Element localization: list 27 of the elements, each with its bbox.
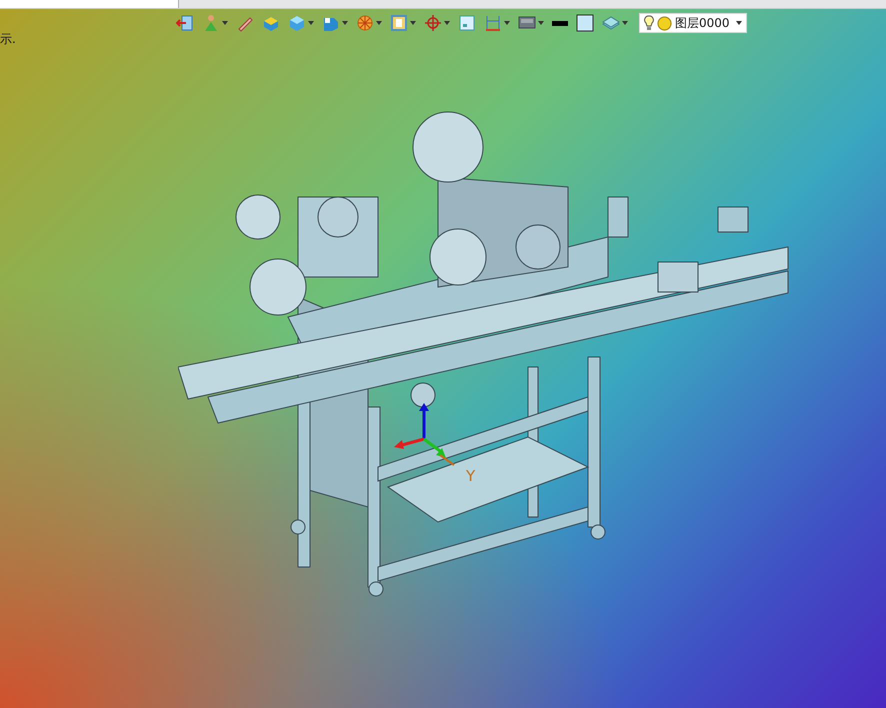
dropdown-caret-icon [622,21,628,25]
sun-icon [657,16,672,30]
dropdown-caret-icon [410,21,416,25]
cube-icon [288,14,306,32]
dropdown-caret-icon [736,21,742,25]
dropdown-caret-icon [308,21,314,25]
document-icon [390,14,408,32]
layer-name: 图层0000 [675,14,731,32]
frame-icon [458,14,476,32]
dropdown-caret-icon [376,21,382,25]
dropdown-caret-icon [222,21,228,25]
axis-label: Y [466,467,476,485]
layers-icon [602,14,620,32]
dropdown-caret-icon [538,21,544,25]
dropdown-caret-icon [444,21,450,25]
line-weight-icon [552,20,568,26]
hint-text: 示. [0,31,16,48]
exit-icon [176,14,194,32]
layer-dropdown[interactable]: 图层0000 [639,13,747,33]
dropdown-caret-icon [342,21,348,25]
wheel-icon [356,14,374,32]
figure-icon [202,14,220,32]
crosshair-icon [424,14,442,32]
box-icon [262,14,280,32]
color-swatch-icon [576,14,594,32]
dropdown-caret-icon [504,21,510,25]
dimension-icon [484,14,502,32]
